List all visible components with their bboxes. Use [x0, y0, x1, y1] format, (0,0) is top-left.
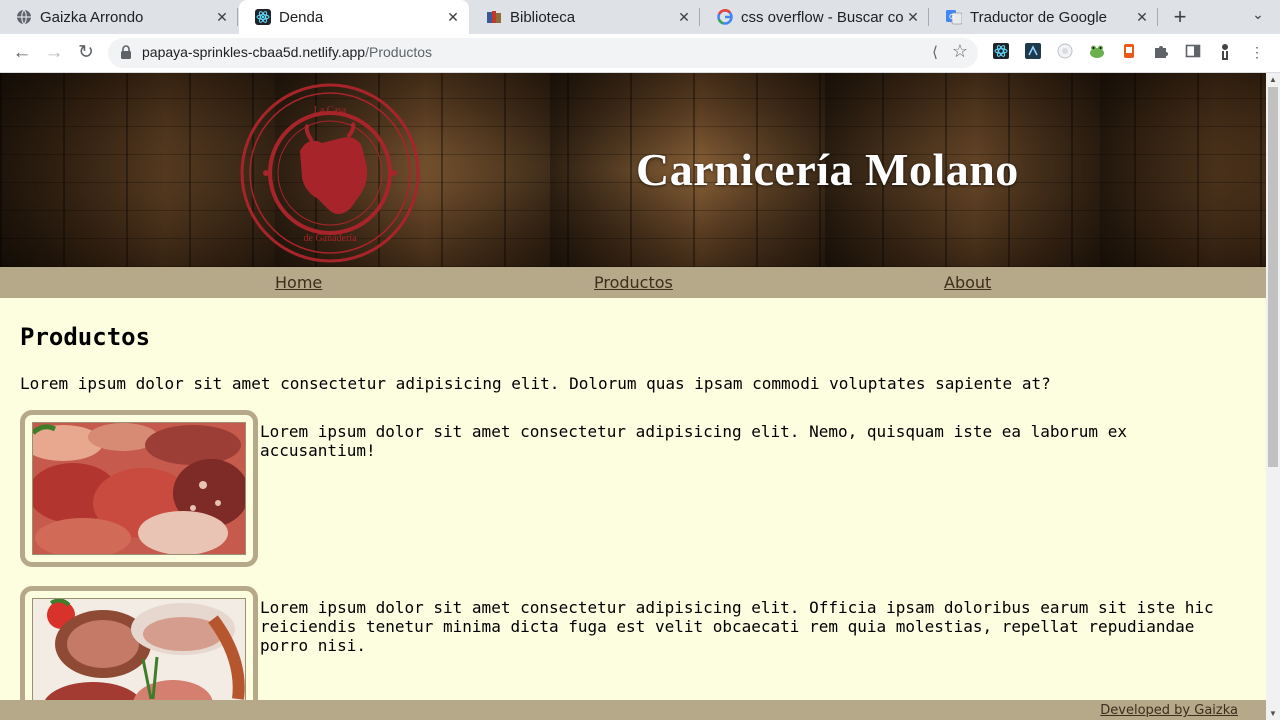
- intro-paragraph: Lorem ipsum dolor sit amet consectetur a…: [20, 374, 1051, 393]
- globe-icon: [16, 9, 32, 25]
- tab-denda[interactable]: Denda ✕: [239, 0, 469, 34]
- wood-panel: [1100, 73, 1266, 267]
- tab-biblioteca[interactable]: Biblioteca ✕: [470, 0, 700, 34]
- main-nav: Home Productos About: [0, 267, 1266, 298]
- kebab-menu-icon[interactable]: ⋮: [1248, 43, 1266, 61]
- svg-text:G: G: [949, 13, 954, 21]
- page-scrollbar[interactable]: ▲ ▼: [1266, 73, 1280, 720]
- books-icon: [486, 9, 502, 25]
- wood-panel: [0, 73, 275, 267]
- translate-icon: G: [946, 9, 962, 25]
- header-banner: La Casa de Ganadería Carnicería Molano: [0, 73, 1266, 267]
- bookmark-star-icon[interactable]: ☆: [952, 41, 968, 62]
- scroll-up-arrow-icon[interactable]: ▲: [1269, 75, 1277, 84]
- product-image-frame: [20, 410, 258, 567]
- tab-strip: Gaizka Arrondo ✕ Denda ✕ Biblioteca ✕ cs…: [0, 0, 1280, 34]
- share-icon[interactable]: ⟨: [932, 43, 938, 61]
- close-tab-icon[interactable]: ✕: [674, 9, 694, 26]
- nav-link-productos[interactable]: Productos: [594, 273, 673, 292]
- sidepanel-icon[interactable]: [1184, 43, 1202, 61]
- product-description: Lorem ipsum dolor sit amet consectetur a…: [260, 598, 1214, 655]
- url-text[interactable]: papaya-sprinkles-cbaa5d.netlify.app/Prod…: [142, 44, 432, 60]
- new-tab-button[interactable]: +: [1168, 5, 1192, 29]
- svg-text:de Ganadería: de Ganadería: [303, 233, 357, 244]
- forward-button[interactable]: →: [42, 41, 66, 65]
- ext-dark-icon[interactable]: [1024, 43, 1042, 61]
- ext-circle-icon[interactable]: [1056, 43, 1074, 61]
- close-tab-icon[interactable]: ✕: [1132, 9, 1152, 26]
- page-title: Productos: [20, 323, 151, 351]
- scrollbar-thumb[interactable]: [1268, 87, 1278, 467]
- ext-orange-icon[interactable]: [1120, 43, 1138, 61]
- scroll-down-arrow-icon[interactable]: ▼: [1269, 709, 1277, 718]
- google-icon: [717, 9, 733, 25]
- browser-toolbar: ← → ↻ papaya-sprinkles-cbaa5d.netlify.ap…: [0, 34, 1280, 73]
- lock-icon: [120, 45, 132, 59]
- frog-icon[interactable]: [1088, 43, 1106, 61]
- profile-icon[interactable]: [1216, 43, 1234, 61]
- product-description: Lorem ipsum dolor sit amet consectetur a…: [260, 422, 1127, 460]
- nav-link-about[interactable]: About: [944, 273, 991, 292]
- tab-css-overflow[interactable]: css overflow - Buscar con Google ✕: [701, 0, 929, 34]
- tab-gaizka-arrondo[interactable]: Gaizka Arrondo ✕: [0, 0, 238, 34]
- footer-credit-link[interactable]: Developed by Gaizka: [1100, 703, 1238, 718]
- page-viewport: La Casa de Ganadería Carnicería Molano H…: [0, 73, 1266, 720]
- product-image-meat-assortment: [32, 422, 246, 555]
- butcher-seal-logo: La Casa de Ganadería: [240, 83, 420, 263]
- page-footer: Developed by Gaizka: [0, 700, 1266, 720]
- reload-button[interactable]: ↻: [74, 41, 98, 65]
- address-bar[interactable]: papaya-sprinkles-cbaa5d.netlify.app/Prod…: [108, 38, 978, 68]
- react-devtools-icon[interactable]: [992, 43, 1010, 61]
- close-tab-icon[interactable]: ✕: [903, 9, 923, 26]
- puzzle-icon[interactable]: [1152, 43, 1170, 61]
- svg-text:La Casa: La Casa: [314, 105, 347, 116]
- back-button[interactable]: ←: [10, 41, 34, 65]
- react-icon: [255, 9, 271, 25]
- close-tab-icon[interactable]: ✕: [443, 9, 463, 26]
- close-tab-icon[interactable]: ✕: [212, 9, 232, 26]
- nav-link-home[interactable]: Home: [275, 273, 322, 292]
- brand-title: Carnicería Molano: [636, 144, 1019, 195]
- tab-search-chevron-icon[interactable]: ⌄: [1248, 6, 1268, 26]
- tab-traductor[interactable]: G Traductor de Google ✕: [930, 0, 1158, 34]
